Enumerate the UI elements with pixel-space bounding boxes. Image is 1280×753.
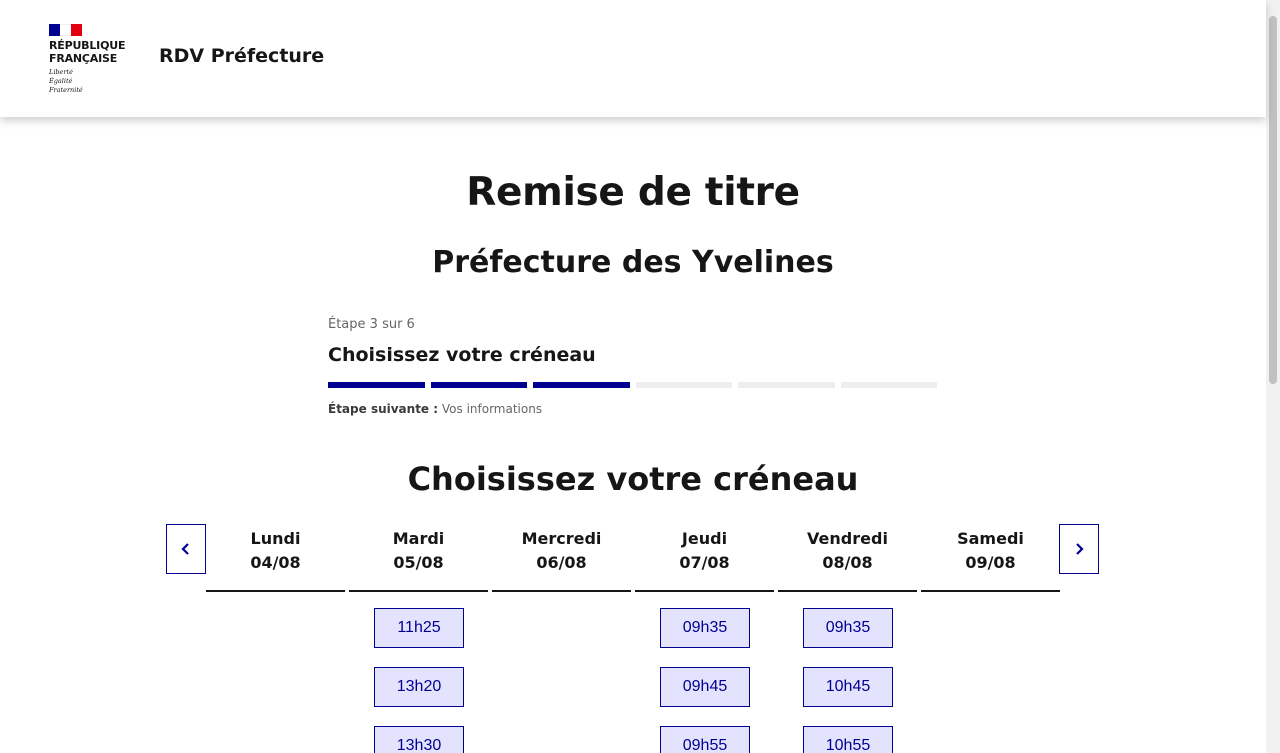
- day-column-mercredi: Mercredi 06/08: [492, 524, 631, 592]
- day-name: Lundi: [250, 529, 301, 548]
- time-slot-button[interactable]: 09h55: [660, 726, 750, 753]
- time-slot-button[interactable]: 09h35: [803, 608, 893, 648]
- motto-liberte: Liberté: [49, 68, 73, 76]
- day-name: Vendredi: [807, 529, 888, 548]
- chevron-right-icon: [1076, 543, 1084, 555]
- site-header: RÉPUBLIQUE FRANÇAISE Liberté Égalité Fra…: [0, 0, 1266, 117]
- next-step-value: Vos informations: [441, 402, 543, 416]
- day-date: 05/08: [393, 553, 444, 572]
- step-bar: [430, 382, 527, 388]
- day-column-vendredi: Vendredi 08/08 09h35 10h45 10h55: [778, 524, 917, 753]
- stepper-step-count: Étape 3 sur 6: [328, 317, 415, 332]
- stepper-next-step: Étape suivante : Vos informations: [328, 402, 542, 416]
- motto: Liberté Égalité Fraternité: [49, 68, 83, 95]
- republique-francaise-logo[interactable]: RÉPUBLIQUE FRANÇAISE Liberté Égalité Fra…: [49, 24, 139, 94]
- time-slot-button[interactable]: 13h20: [374, 667, 464, 707]
- stepper-progress: [328, 382, 937, 388]
- chevron-left-icon: [181, 543, 189, 555]
- previous-week-button[interactable]: [166, 524, 206, 574]
- scrollbar-thumb[interactable]: [1269, 16, 1277, 384]
- day-column-samedi: Samedi 09/08: [921, 524, 1060, 592]
- day-date: 07/08: [679, 553, 730, 572]
- time-slot-button[interactable]: 09h45: [660, 667, 750, 707]
- logo-text-line1: RÉPUBLIQUE: [49, 39, 126, 52]
- day-header: Vendredi 08/08: [778, 524, 917, 592]
- slots-section-title: Choisissez votre créneau: [407, 460, 859, 498]
- day-date: 08/08: [822, 553, 873, 572]
- day-name: Mardi: [392, 529, 445, 548]
- logo-text-line2: FRANÇAISE: [49, 52, 118, 65]
- step-bar: [533, 382, 630, 388]
- motto-fraternite: Fraternité: [49, 86, 83, 94]
- day-header: Mardi 05/08: [349, 524, 488, 592]
- motto-egalite: Égalité: [49, 77, 73, 85]
- step-bar: [635, 382, 732, 388]
- time-slot-button[interactable]: 10h45: [803, 667, 893, 707]
- day-header: Mercredi 06/08: [492, 524, 631, 592]
- page-scrollbar[interactable]: [1266, 0, 1280, 753]
- time-slot-button[interactable]: 10h55: [803, 726, 893, 753]
- day-column-lundi: Lundi 04/08: [206, 524, 345, 592]
- day-header: Lundi 04/08: [206, 524, 345, 592]
- day-name: Samedi: [957, 529, 1024, 548]
- service-name-link[interactable]: RDV Préfecture: [159, 45, 324, 67]
- page-title: Remise de titre: [466, 170, 800, 215]
- day-date: 06/08: [536, 553, 587, 572]
- day-date: 04/08: [250, 553, 301, 572]
- day-header: Samedi 09/08: [921, 524, 1060, 592]
- day-column-jeudi: Jeudi 07/08 09h35 09h45 09h55: [635, 524, 774, 753]
- day-name: Mercredi: [521, 529, 602, 548]
- day-name: Jeudi: [681, 529, 728, 548]
- time-slot-button[interactable]: 11h25: [374, 608, 464, 648]
- french-flag-icon: [49, 24, 82, 36]
- stepper-current-title: Choisissez votre créneau: [328, 344, 596, 366]
- next-step-label: Étape suivante :: [328, 402, 439, 416]
- next-week-button[interactable]: [1059, 524, 1099, 574]
- page-subtitle: Préfecture des Yvelines: [432, 245, 834, 280]
- time-slot-button[interactable]: 13h30: [374, 726, 464, 753]
- step-bar: [328, 382, 425, 388]
- step-bar: [840, 382, 937, 388]
- step-bar: [738, 382, 835, 388]
- day-header: Jeudi 07/08: [635, 524, 774, 592]
- day-column-mardi: Mardi 05/08 11h25 13h20 13h30: [349, 524, 488, 753]
- day-date: 09/08: [965, 553, 1016, 572]
- time-slot-button[interactable]: 09h35: [660, 608, 750, 648]
